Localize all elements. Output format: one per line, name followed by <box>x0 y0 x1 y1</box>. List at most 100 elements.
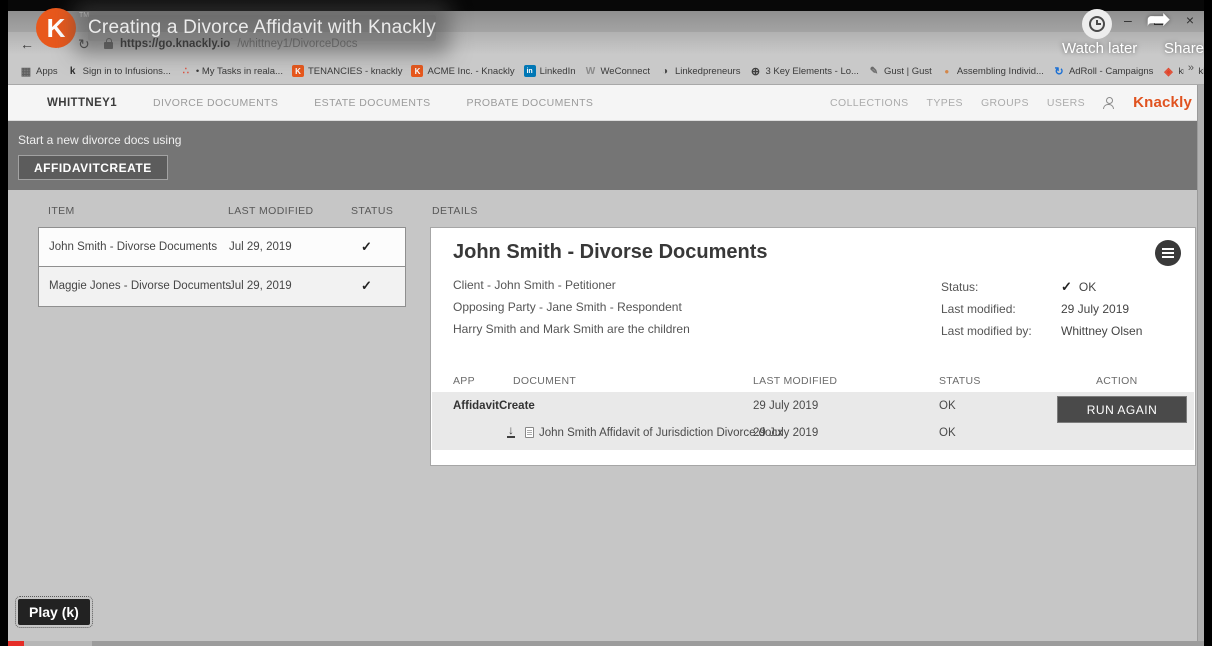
back-icon[interactable]: ← <box>20 36 34 53</box>
bookmark-label: Gust | Gust <box>884 66 932 77</box>
app-column-header: APP <box>453 375 475 387</box>
list-item-john-smith[interactable]: John Smith - Divorse Documents Jul 29, 2… <box>38 227 406 267</box>
adroll-icon: ↻ <box>1053 65 1065 77</box>
bookmarks-bar: ▦ Apps kSign in to Infusions... ∴ • My Tas… <box>8 58 1204 85</box>
globe-icon: ⊕ <box>749 65 761 77</box>
details-title: John Smith - Divorse Documents <box>453 241 768 264</box>
opposing-party-info-line: Opposing Party - Jane Smith - Respondent <box>453 300 682 314</box>
bookmark-3-key-elements[interactable]: ⊕ 3 Key Elements - Lo... <box>749 65 858 77</box>
document-modified: 29 July 2019 <box>753 427 818 439</box>
bookmark-label: 3 Key Elements - Lo... <box>765 66 858 77</box>
bookmark-weconnect[interactable]: WWeConnect <box>585 65 650 77</box>
check-icon: ✓ <box>361 267 372 305</box>
bookmarks-overflow-chevron[interactable]: » <box>1184 62 1198 74</box>
bookmark-label: AdRoll - Campaigns <box>1069 66 1153 77</box>
bookmark-label: ACME Inc. - Knackly <box>427 66 514 77</box>
download-icon[interactable]: ↓ <box>507 425 515 438</box>
linkedin-icon: in <box>524 65 536 77</box>
video-top-strip <box>8 0 1204 11</box>
bookmark-label: WeConnect <box>601 66 650 77</box>
watch-later-clock-icon[interactable] <box>1082 9 1112 39</box>
apps-grid-icon: ▦ <box>20 65 32 77</box>
document-column-header: DOCUMENT <box>513 375 576 387</box>
video-title-link[interactable]: Creating a Divorce Affidavit with Knackl… <box>88 15 436 41</box>
knackly-k-icon: K <box>292 65 304 77</box>
nav-divorce-documents[interactable]: DIVORCE DOCUMENTS <box>153 97 278 109</box>
card-menu-button[interactable] <box>1155 240 1181 266</box>
nav-groups[interactable]: GROUPS <box>981 97 1029 109</box>
youtube-player: – × ← → ↻ https://go.knackly.io/whittney… <box>0 0 1212 646</box>
bookmark-apps[interactable]: ▦ Apps <box>20 65 58 77</box>
bookmark-label: LinkedIn <box>540 66 576 77</box>
close-button[interactable]: × <box>1186 13 1194 27</box>
share-arrow-icon[interactable]: ➦ <box>1146 2 1171 37</box>
minimize-button[interactable]: – <box>1124 13 1132 27</box>
status-column-header: STATUS <box>939 375 981 387</box>
bookmark-label: Apps <box>36 66 58 77</box>
bookmark-linkedin[interactable]: in LinkedIn <box>524 65 576 77</box>
affidavitcreate-button[interactable]: AFFIDAVITCREATE <box>18 155 168 180</box>
bookmark-assembling[interactable]: ● Assembling Individ... <box>941 65 1044 77</box>
details-card: John Smith - Divorse Documents Client - … <box>430 227 1196 466</box>
children-info-line: Harry Smith and Mark Smith are the child… <box>453 322 690 336</box>
page-scrollbar[interactable] <box>1197 85 1204 641</box>
share-label[interactable]: Share <box>1164 40 1204 57</box>
bookmark-my-tasks[interactable]: ∴ • My Tasks in reala... <box>180 65 283 77</box>
client-info-line: Client - John Smith - Petitioner <box>453 278 616 292</box>
bookmark-label: • My Tasks in reala... <box>196 66 283 77</box>
app-nav-bar: WHITTNEY1 DIVORCE DOCUMENTS ESTATE DOCUM… <box>8 85 1204 121</box>
new-item-label: Start a new divorce docs using <box>18 133 181 147</box>
padlock-icon <box>104 42 113 49</box>
progress-buffered-segment <box>24 641 92 646</box>
bookmark-gust[interactable]: ✎ Gust | Gust <box>868 65 932 77</box>
linkedpreneurs-icon: ◑ <box>659 65 671 77</box>
bookmark-acme-knackly[interactable]: K ACME Inc. - Knackly <box>411 65 514 77</box>
bookmark-tenancies-knackly[interactable]: K TENANCIES - knackly <box>292 65 403 77</box>
gitlab-icon: ◈ <box>1162 65 1174 77</box>
pencil-icon: ✎ <box>868 65 880 77</box>
bookmark-label: TENANCIES - knackly <box>308 66 403 77</box>
bookmark-label: Assembling Individ... <box>957 66 1044 77</box>
tasks-icon: ∴ <box>180 65 192 77</box>
dot-icon: ● <box>941 65 953 77</box>
bookmark-adroll[interactable]: ↻ AdRoll - Campaigns <box>1053 65 1153 77</box>
list-item-maggie-jones[interactable]: Maggie Jones - Divorse Documents Jul 29,… <box>38 267 406 307</box>
video-progress-bar[interactable] <box>8 641 1204 646</box>
nav-estate-documents[interactable]: ESTATE DOCUMENTS <box>314 97 430 109</box>
status-column-header: STATUS <box>351 205 393 217</box>
watch-later-label[interactable]: Watch later <box>1062 40 1137 57</box>
last-modified-by-label: Last modified by: <box>941 324 1032 338</box>
channel-avatar[interactable]: K <box>36 8 76 48</box>
last-modified-column-header: LAST MODIFIED <box>753 375 837 387</box>
action-column-header: ACTION <box>1096 375 1137 387</box>
check-icon: ✓ <box>361 228 372 266</box>
item-modified: Jul 29, 2019 <box>229 267 292 305</box>
nav-users[interactable]: USERS <box>1047 97 1085 109</box>
nav-types[interactable]: TYPES <box>927 97 963 109</box>
new-item-band: Start a new divorce docs using AFFIDAVIT… <box>8 121 1204 190</box>
knackly-logo[interactable]: Knackly <box>1133 94 1192 111</box>
check-icon: ✓ <box>1061 279 1072 295</box>
knackly-k-icon: K <box>411 65 423 77</box>
user-account-icon[interactable] <box>1103 97 1115 109</box>
clock-icon <box>1089 16 1105 32</box>
progress-remaining-segment <box>92 641 1204 646</box>
items-list: John Smith - Divorse Documents Jul 29, 2… <box>38 227 406 307</box>
item-name: John Smith - Divorse Documents <box>49 228 217 266</box>
run-modified: 29 July 2019 <box>753 400 818 412</box>
bookmark-linkedpreneurs[interactable]: ◑Linkedpreneurs <box>659 65 741 77</box>
document-link[interactable]: John Smith Affidavit of Jurisdiction Div… <box>539 427 783 439</box>
document-file-icon <box>525 427 534 438</box>
bookmark-sign-in-to-infusions[interactable]: kSign in to Infusions... <box>67 65 171 77</box>
workspace-name[interactable]: WHITTNEY1 <box>47 97 117 109</box>
bookmark-label: Sign in to Infusions... <box>83 66 171 77</box>
item-modified: Jul 29, 2019 <box>229 228 292 266</box>
status-value: ✓ OK <box>1061 279 1096 295</box>
browser-window: – × ← → ↻ https://go.knackly.io/whittney… <box>8 0 1204 646</box>
nav-collections[interactable]: COLLECTIONS <box>830 97 909 109</box>
run-again-button[interactable]: RUN AGAIN <box>1057 396 1187 423</box>
details-panel-header: DETAILS <box>432 205 478 217</box>
last-modified-value: 29 July 2019 <box>1061 302 1129 316</box>
nav-probate-documents[interactable]: PROBATE DOCUMENTS <box>467 97 594 109</box>
progress-played-segment <box>8 641 24 646</box>
